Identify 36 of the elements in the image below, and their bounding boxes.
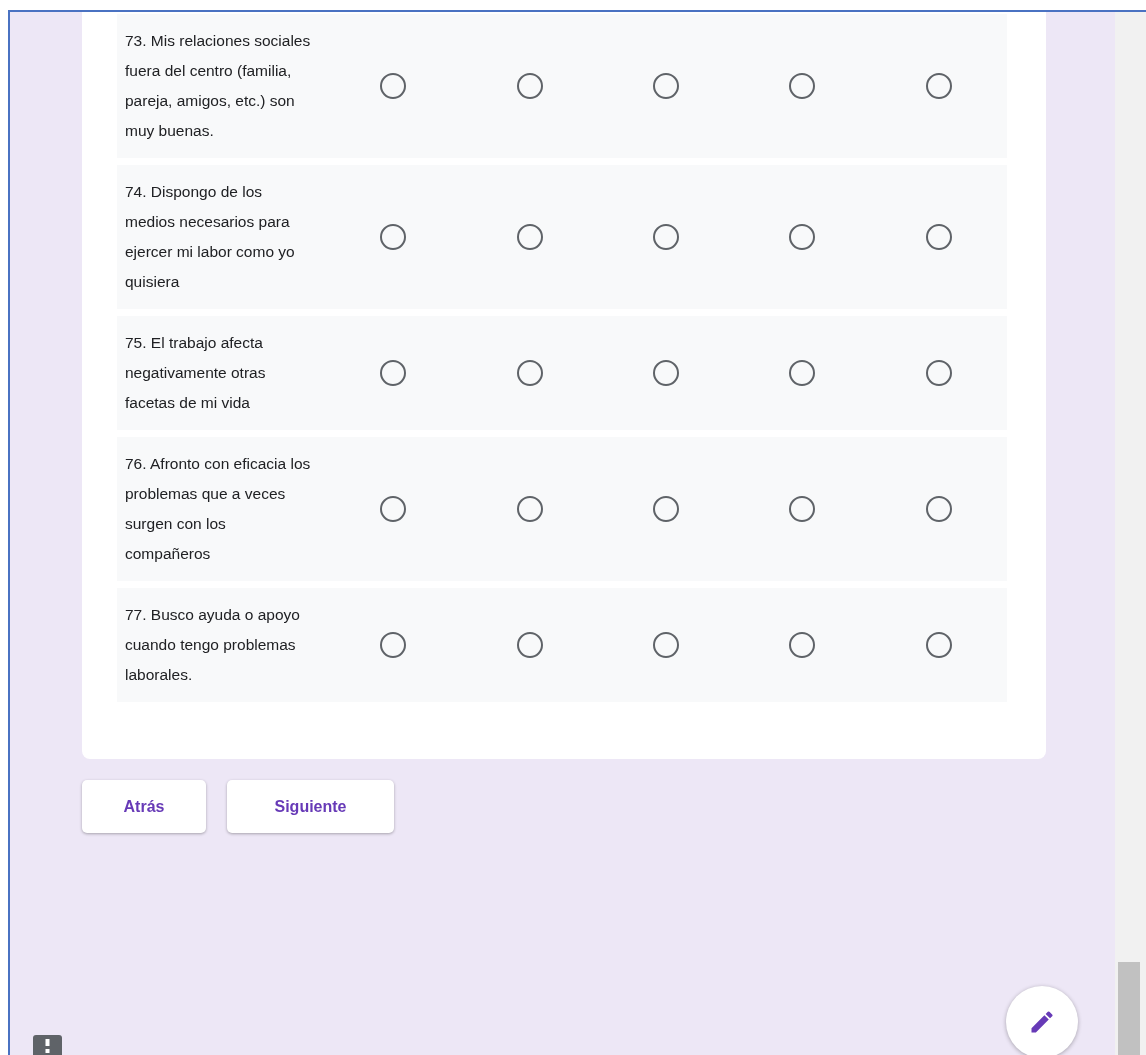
radio-button[interactable] <box>516 496 543 522</box>
question-text: 76. Afronto con eficacia los problemas que a veces surgen con los compañeros <box>124 454 312 564</box>
radio-button[interactable] <box>380 73 407 99</box>
back-button[interactable]: Atrás <box>82 780 206 833</box>
radio-button[interactable] <box>789 224 816 250</box>
radio-button[interactable] <box>380 496 407 522</box>
radio-button[interactable] <box>380 224 407 250</box>
radio-button[interactable] <box>789 496 816 522</box>
radio-button[interactable] <box>516 360 543 386</box>
radio-button[interactable] <box>925 224 952 250</box>
question-text: 77. Busco ayuda o apoyo cuando tengo problemas laborales. <box>124 605 301 685</box>
radio-button[interactable] <box>653 73 679 99</box>
radio-button[interactable] <box>653 360 679 386</box>
next-button[interactable]: Siguiente <box>227 780 394 833</box>
radio-button[interactable] <box>925 632 952 658</box>
question-text: 75. El trabajo afecta negativamente otras facetas de mi vida <box>124 333 267 413</box>
radio-button[interactable] <box>653 224 679 250</box>
radio-button[interactable] <box>925 73 952 99</box>
scrollbar[interactable] <box>1115 12 1146 1055</box>
radio-button[interactable] <box>925 496 952 522</box>
question-text: 74. Dispongo de los medios necesarios para ejercer mi labor como yo quisiera <box>124 182 296 292</box>
radio-button[interactable] <box>789 632 816 658</box>
radio-button[interactable] <box>380 632 407 658</box>
radio-button[interactable] <box>789 360 816 386</box>
radio-button[interactable] <box>653 496 679 522</box>
radio-button[interactable] <box>789 73 816 99</box>
scrollbar-thumb[interactable] <box>1118 962 1140 1055</box>
radio-button[interactable] <box>516 224 543 250</box>
radio-button[interactable] <box>380 360 407 386</box>
radio-button[interactable] <box>516 73 543 99</box>
question-text: 73. Mis relaciones sociales fuera del centro (familia, pareja, amigos, etc.) son muy buenas. <box>124 31 312 141</box>
radio-button[interactable] <box>653 632 679 658</box>
radio-button[interactable] <box>925 360 952 386</box>
exclamation-icon[interactable] <box>33 1035 62 1055</box>
radio-button[interactable] <box>516 632 543 658</box>
edit-button[interactable] <box>1006 986 1078 1055</box>
